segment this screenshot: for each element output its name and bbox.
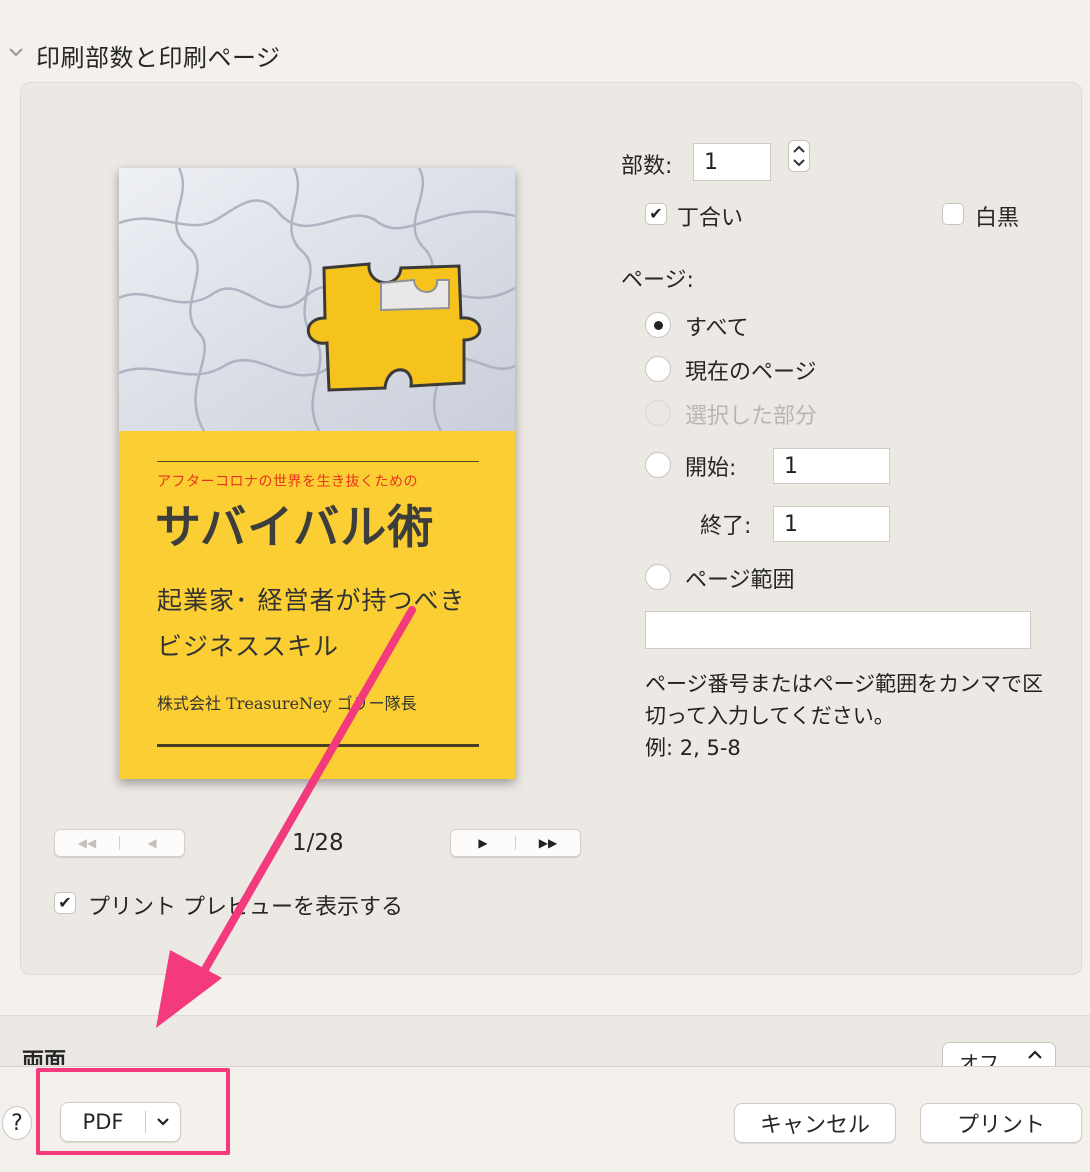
checkmark-icon: ✔ <box>58 893 72 912</box>
print-button[interactable]: プリント <box>920 1103 1082 1143</box>
pages-all-radio[interactable] <box>645 312 671 338</box>
cancel-button[interactable]: キャンセル <box>734 1103 896 1143</box>
page-range-example: 例: 2, 5-8 <box>645 736 741 760</box>
duplex-value: オフ <box>959 1051 999 1066</box>
chevron-down-icon[interactable] <box>8 44 24 60</box>
duplex-select[interactable]: オフ <box>942 1042 1056 1066</box>
cover-description: 起業家･ 経営者が持つべきビジネススキル <box>157 586 466 661</box>
cover-rule <box>157 461 479 462</box>
pages-range-radio[interactable] <box>645 564 671 590</box>
copies-label: 部数: <box>621 154 673 179</box>
pages-from-label: 開始: <box>685 456 737 481</box>
cover-subtitle: アフターコロナの世界を生き抜くための <box>157 474 418 490</box>
section-title: 印刷部数と印刷ページ <box>36 44 281 72</box>
previous-page-button[interactable]: ◀ <box>120 830 184 856</box>
preview-nav-back: ◀◀ ◀ <box>54 829 185 857</box>
next-page-button[interactable]: ▶ <box>451 830 515 856</box>
radio-dot <box>653 320 663 330</box>
pages-current-label: 現在のページ <box>685 360 817 385</box>
page-counter: 1/28 <box>292 830 344 856</box>
page-range-input[interactable] <box>645 611 1031 649</box>
puzzle-photo <box>119 168 515 431</box>
black-white-checkbox[interactable] <box>942 203 964 225</box>
pages-selection-radio <box>645 400 671 426</box>
copies-input[interactable]: 1 <box>693 143 771 181</box>
pages-label: ページ: <box>621 268 694 293</box>
page-from-input[interactable]: 1 <box>773 448 890 484</box>
collate-label: 丁合い <box>677 206 744 231</box>
last-page-button[interactable]: ▶▶ <box>516 830 580 856</box>
duplex-section <box>0 1015 1090 1067</box>
checkmark-icon: ✔ <box>649 204 663 223</box>
black-white-label: 白黒 <box>975 206 1020 231</box>
cover-author: 株式会社 TreasureNey ゴリー隊長 <box>157 694 417 713</box>
print-preview-page: アフターコロナの世界を生き抜くための サバイバル術 起業家･ 経営者が持つべきビ… <box>119 168 515 779</box>
pages-current-radio[interactable] <box>645 356 671 382</box>
pages-from-radio[interactable] <box>645 452 671 478</box>
help-button[interactable]: ? <box>2 1106 32 1140</box>
chevron-up-icon <box>1028 1050 1042 1059</box>
copies-stepper[interactable] <box>788 140 810 172</box>
show-preview-checkbox[interactable]: ✔ <box>54 892 76 914</box>
show-preview-label: プリント プレビューを表示する <box>88 895 403 920</box>
cover-rule <box>157 744 479 747</box>
highlight-box <box>36 1068 230 1155</box>
preview-nav-forward: ▶ ▶▶ <box>450 829 581 857</box>
collate-checkbox[interactable]: ✔ <box>645 203 667 225</box>
pages-selection-label: 選択した部分 <box>685 404 818 429</box>
stepper-arrows-icon <box>793 145 805 167</box>
pages-all-label: すべて <box>685 316 749 341</box>
page-range-help: ページ番号またはページ範囲をカンマで区切って入力してください。 例: 2, 5-… <box>645 668 1045 764</box>
first-page-button[interactable]: ◀◀ <box>55 830 119 856</box>
cover-title: サバイバル術 <box>155 500 435 554</box>
pages-range-label: ページ範囲 <box>685 568 795 593</box>
page-to-input[interactable]: 1 <box>773 506 890 542</box>
pages-to-label: 終了: <box>700 514 752 539</box>
duplex-label: 両面 <box>22 1049 67 1065</box>
page-range-help-text: ページ番号またはページ範囲をカンマで区切って入力してください。 <box>645 672 1044 728</box>
